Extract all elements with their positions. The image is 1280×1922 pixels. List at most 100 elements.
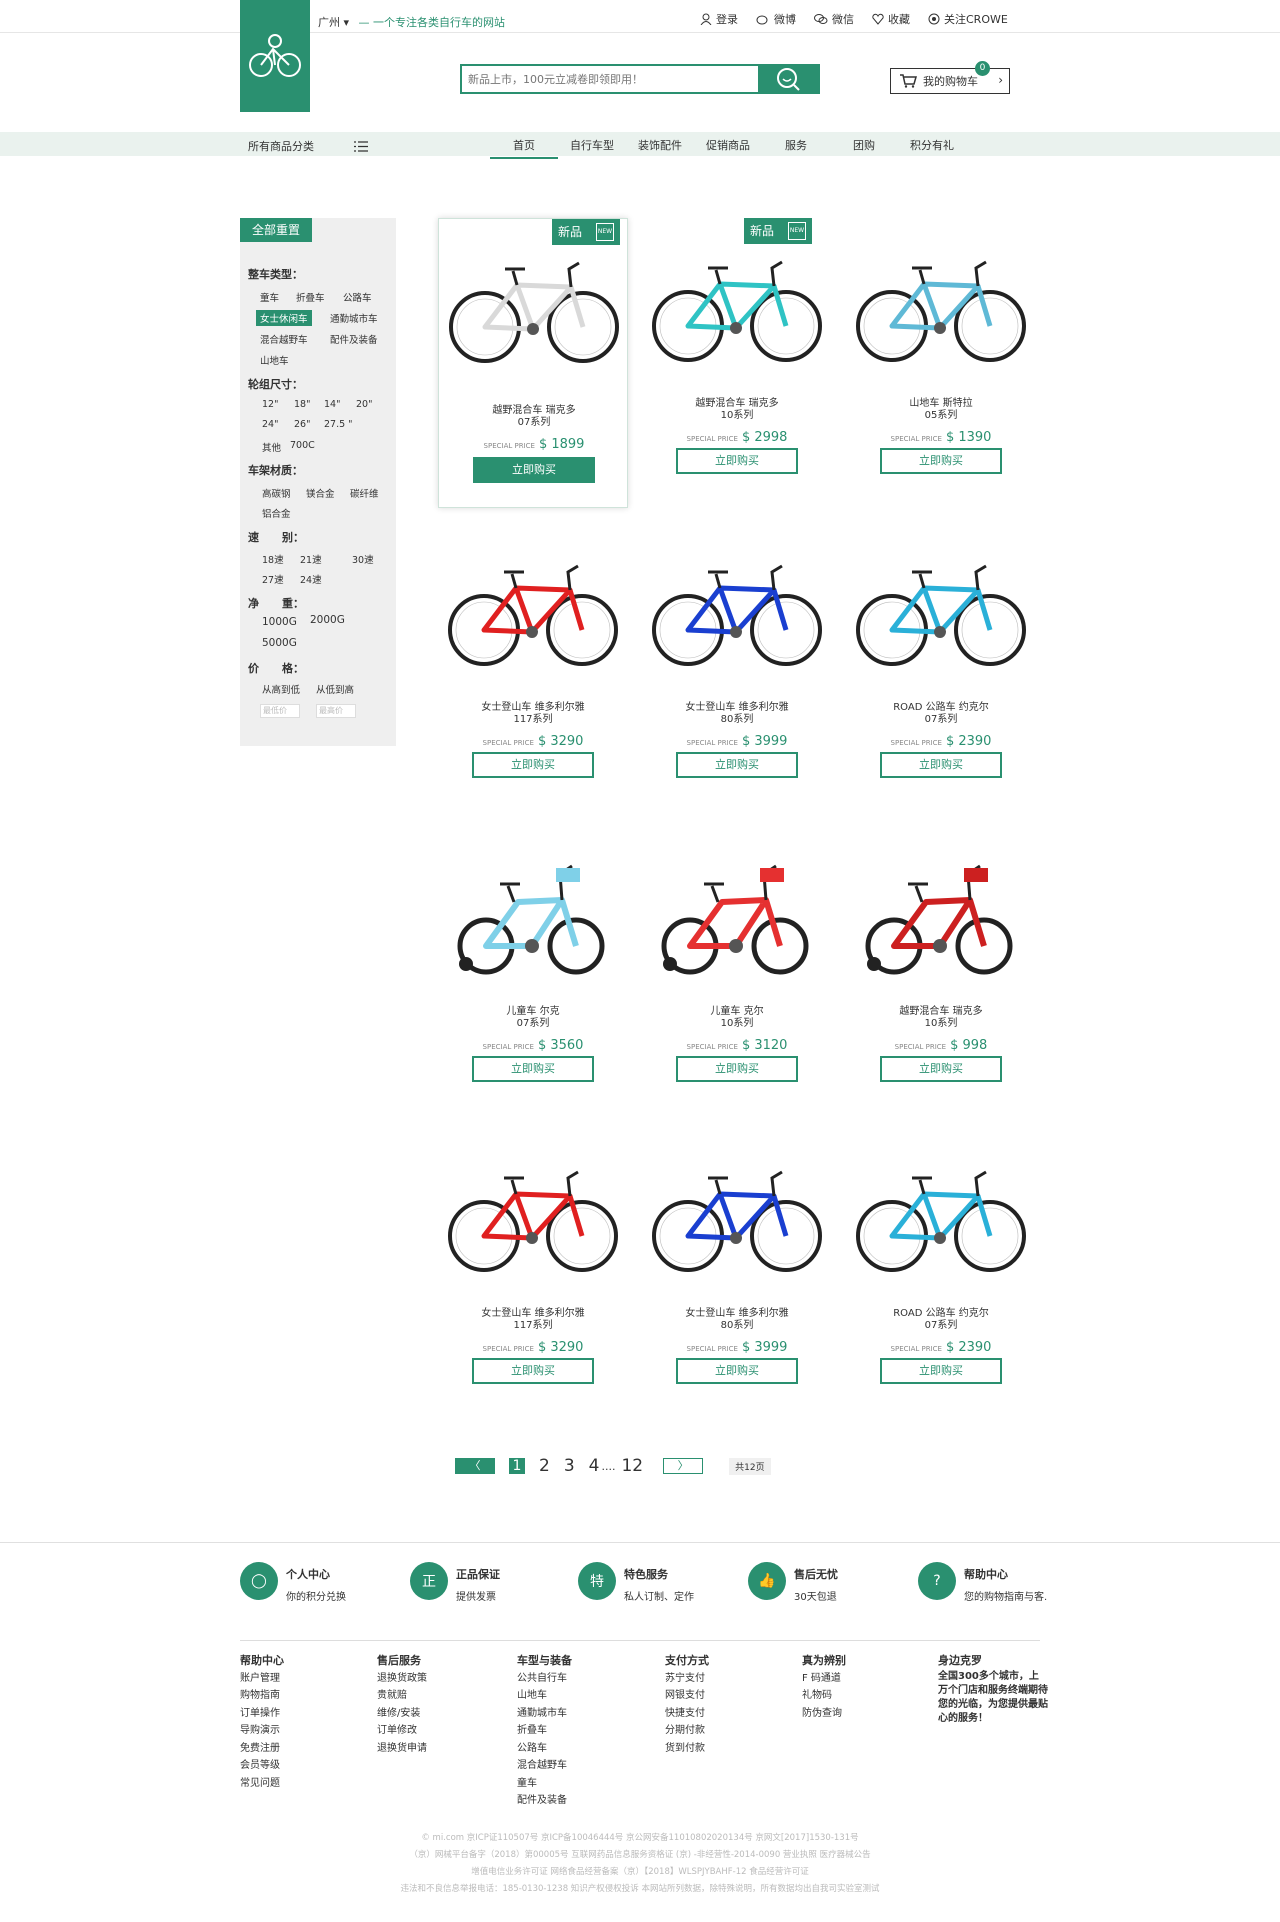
product-image[interactable] <box>852 1158 1030 1281</box>
footer-link[interactable]: 苏宁支付 <box>665 1670 709 1688</box>
footer-link[interactable]: 防伪查询 <box>802 1705 846 1723</box>
product-image[interactable] <box>648 1158 826 1281</box>
nav-bike-types[interactable]: 自行车型 <box>558 137 626 159</box>
filter-option[interactable]: 通勤城市车 <box>330 311 378 325</box>
footer-link[interactable]: 订单修改 <box>377 1722 427 1740</box>
page-link[interactable]: 4 <box>589 1456 600 1476</box>
footer-link[interactable]: 通勤城市车 <box>517 1705 572 1723</box>
filter-option[interactable]: 27速 <box>262 572 284 586</box>
footer-link[interactable]: 退换货申请 <box>377 1740 427 1758</box>
product-card[interactable]: ROAD 公路车 约克尔 07系列 SPECIAL PRICE $ 2390 立即购买 <box>846 522 1036 812</box>
buy-now-button[interactable]: 立即购买 <box>880 1056 1002 1082</box>
page-current[interactable]: 1 <box>509 1458 525 1474</box>
product-name[interactable]: ROAD 公路车 约克尔 <box>846 702 1036 714</box>
product-name[interactable]: 女士登山车 维多利尔雅 <box>438 702 628 714</box>
filter-option[interactable]: 18" <box>294 399 310 410</box>
product-name[interactable]: 越野混合车 瑞克多 <box>846 1006 1036 1018</box>
product-name[interactable]: 女士登山车 维多利尔雅 <box>438 1308 628 1320</box>
filter-option[interactable]: 混合越野车 <box>260 332 308 346</box>
login-link[interactable]: 登录 <box>700 11 738 27</box>
max-price-input[interactable]: 最高价 <box>316 704 356 718</box>
footer-link[interactable]: 童车 <box>517 1775 572 1793</box>
footer-link[interactable]: 货到付款 <box>665 1740 709 1758</box>
buy-now-button[interactable]: 立即购买 <box>676 1358 798 1384</box>
footer-link[interactable]: 贵就赔 <box>377 1687 427 1705</box>
city-selector[interactable]: 广州 <box>318 16 340 29</box>
footer-link[interactable]: 维修/安装 <box>377 1705 427 1723</box>
footer-link[interactable]: 免费注册 <box>240 1740 284 1758</box>
product-image[interactable] <box>444 552 622 675</box>
filter-option[interactable]: 18速 <box>262 552 284 566</box>
buy-now-button[interactable]: 立即购买 <box>676 1056 798 1082</box>
product-card[interactable]: 越野混合车 瑞克多 10系列 SPECIAL PRICE $ 998 立即购买 <box>846 826 1036 1116</box>
filter-option[interactable]: 其他 <box>262 440 281 454</box>
page-link[interactable]: 12 <box>621 1456 643 1476</box>
product-card[interactable]: 女士登山车 维多利尔雅 117系列 SPECIAL PRICE $ 3290 立即购买 <box>438 1128 628 1418</box>
filter-option[interactable]: 山地车 <box>260 353 289 367</box>
product-card[interactable]: 女士登山车 维多利尔雅 80系列 SPECIAL PRICE $ 3999 立即购买 <box>642 1128 832 1418</box>
nav-accessories[interactable]: 装饰配件 <box>626 137 694 159</box>
footer-link[interactable]: 订单操作 <box>240 1705 284 1723</box>
search-input[interactable] <box>462 66 758 92</box>
buy-now-button[interactable]: 立即购买 <box>676 448 798 474</box>
filter-option[interactable]: 12" <box>262 399 278 410</box>
service-item[interactable]: ? 帮助中心 您的购物指南与客. <box>918 1562 1047 1603</box>
product-card[interactable]: 新品 NEW 越野混合车 瑞克多 07系列 SPECIAL PRICE $ 1899 立即… <box>438 218 628 508</box>
footer-link[interactable]: 会员等级 <box>240 1757 284 1775</box>
footer-link[interactable]: 山地车 <box>517 1687 572 1705</box>
product-image[interactable] <box>444 846 622 989</box>
footer-link[interactable]: 配件及装备 <box>517 1792 572 1810</box>
product-card[interactable]: 山地车 斯特拉 05系列 SPECIAL PRICE $ 1390 立即购买 <box>846 218 1036 508</box>
page-link[interactable]: 2 <box>539 1456 550 1476</box>
filter-option-selected[interactable]: 女士休闲车 <box>256 310 312 326</box>
footer-link[interactable]: 快捷支付 <box>665 1705 709 1723</box>
filter-option[interactable]: 童车 <box>260 290 279 304</box>
footer-link[interactable]: 分期付款 <box>665 1722 709 1740</box>
service-item[interactable]: ◯ 个人中心 你的积分兑换 <box>240 1562 346 1603</box>
product-card[interactable]: 新品 NEW 越野混合车 瑞克多 10系列 SPECIAL PRICE $ 2998 立即… <box>642 218 832 508</box>
cart-button[interactable]: 我的购物车 0 › <box>890 61 1010 94</box>
filter-option[interactable]: 2000G <box>310 614 345 626</box>
product-name[interactable]: ROAD 公路车 约克尔 <box>846 1308 1036 1320</box>
filter-option[interactable]: 30速 <box>352 552 374 566</box>
buy-now-button[interactable]: 立即购买 <box>880 1358 1002 1384</box>
footer-link[interactable]: 购物指南 <box>240 1687 284 1705</box>
follow-link[interactable]: 关注CROWE <box>928 11 1008 27</box>
buy-now-button[interactable]: 立即购买 <box>472 1358 594 1384</box>
product-card[interactable]: 女士登山车 维多利尔雅 80系列 SPECIAL PRICE $ 3999 立即购买 <box>642 522 832 812</box>
buy-now-button[interactable]: 立即购买 <box>880 752 1002 778</box>
product-image[interactable] <box>852 248 1030 371</box>
footer-link[interactable]: F 码通道 <box>802 1670 846 1688</box>
all-categories[interactable]: 所有商品分类 <box>248 138 368 154</box>
footer-link[interactable]: 公共自行车 <box>517 1670 572 1688</box>
filter-option[interactable]: 碳纤维 <box>350 486 379 500</box>
sort-price-asc[interactable]: 从低到高 <box>316 682 354 696</box>
buy-now-button[interactable]: 立即购买 <box>472 752 594 778</box>
filter-option[interactable]: 27.5 " <box>324 419 353 430</box>
product-image[interactable] <box>852 846 1030 989</box>
prev-page-button[interactable]: 〈 <box>455 1458 495 1474</box>
footer-link[interactable]: 账户管理 <box>240 1670 284 1688</box>
product-card[interactable]: 儿童车 克尔 10系列 SPECIAL PRICE $ 3120 立即购买 <box>642 826 832 1116</box>
site-logo[interactable] <box>240 0 310 112</box>
buy-now-button[interactable]: 立即购买 <box>473 457 595 483</box>
product-card[interactable]: 女士登山车 维多利尔雅 117系列 SPECIAL PRICE $ 3290 立即购买 <box>438 522 628 812</box>
filter-option[interactable]: 镁合金 <box>306 486 335 500</box>
product-card[interactable]: 儿童车 尔克 07系列 SPECIAL PRICE $ 3560 立即购买 <box>438 826 628 1116</box>
filter-option[interactable]: 24速 <box>300 572 322 586</box>
footer-link[interactable]: 混合越野车 <box>517 1757 572 1775</box>
page-link[interactable]: 3 <box>564 1456 575 1476</box>
nav-group-buy[interactable]: 团购 <box>830 137 898 159</box>
product-image[interactable] <box>648 846 826 989</box>
product-image[interactable] <box>648 248 826 371</box>
product-image[interactable] <box>444 1158 622 1281</box>
footer-link[interactable]: 导购演示 <box>240 1722 284 1740</box>
product-name[interactable]: 儿童车 克尔 <box>642 1006 832 1018</box>
footer-link[interactable]: 常见问题 <box>240 1775 284 1793</box>
footer-link[interactable]: 礼物码 <box>802 1687 846 1705</box>
nav-home[interactable]: 首页 <box>490 137 558 159</box>
filter-option[interactable]: 1000G <box>262 616 297 628</box>
buy-now-button[interactable]: 立即购买 <box>880 448 1002 474</box>
next-page-button[interactable]: 〉 <box>663 1458 704 1474</box>
filter-option[interactable]: 21速 <box>300 552 322 566</box>
